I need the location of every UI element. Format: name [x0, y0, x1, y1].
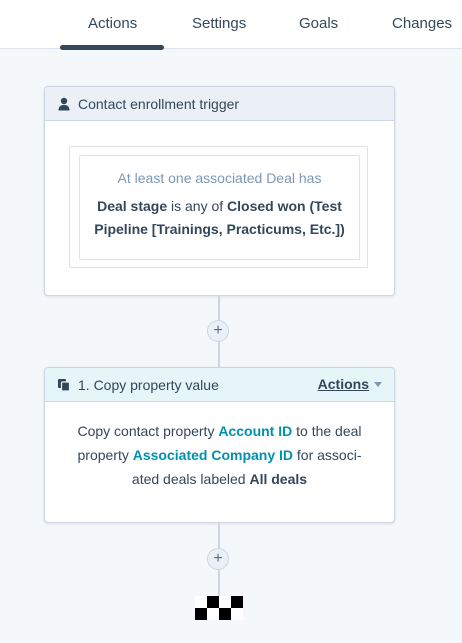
- association-label-value: All deals: [249, 471, 308, 487]
- action-title: 1. Copy property value: [78, 376, 219, 393]
- source-property-link[interactable]: Account ID: [218, 423, 292, 439]
- filter-heading: At least one associated Deal has: [117, 170, 322, 186]
- action-description: Copy contact property Account ID to the …: [45, 402, 394, 491]
- chevron-down-icon: [374, 381, 382, 387]
- action-card-header: 1. Copy property value Actions: [45, 368, 394, 402]
- action-text: Copy contact property: [77, 423, 219, 439]
- target-property-link[interactable]: Associated Company ID: [133, 447, 293, 463]
- trigger-title: Contact enrollment trigger: [78, 95, 240, 112]
- tab-goals[interactable]: Goals: [299, 15, 338, 32]
- add-action-button[interactable]: +: [207, 320, 229, 342]
- active-tab-indicator: [60, 45, 164, 50]
- actions-dropdown[interactable]: Actions: [318, 376, 382, 392]
- filter-description: Deal stage is any of Closed won (Test Pi…: [80, 195, 359, 241]
- copy-property-action-card[interactable]: 1. Copy property value Actions Copy cont…: [44, 367, 395, 523]
- filter-operator: is any of: [167, 198, 228, 214]
- trigger-card-header: Contact enrollment trigger: [45, 87, 394, 121]
- enrollment-trigger-card[interactable]: Contact enrollment trigger At least one …: [44, 86, 395, 296]
- contact-person-icon: [57, 97, 71, 111]
- filter-condition[interactable]: At least one associated Deal has Deal st…: [79, 155, 360, 260]
- tab-actions[interactable]: Actions: [88, 15, 137, 32]
- actions-dropdown-label: Actions: [317, 376, 369, 392]
- checkered-flag-icon: [195, 596, 243, 620]
- filter-group: At least one associated Deal has Deal st…: [69, 146, 368, 268]
- tab-changes[interactable]: Changes: [392, 15, 452, 32]
- tab-settings[interactable]: Settings: [192, 15, 246, 32]
- workflow-tabs: Actions Settings Goals Changes: [0, 0, 462, 50]
- add-action-button[interactable]: +: [207, 548, 229, 570]
- filter-property: Deal stage: [97, 198, 168, 214]
- copy-icon: [57, 378, 71, 392]
